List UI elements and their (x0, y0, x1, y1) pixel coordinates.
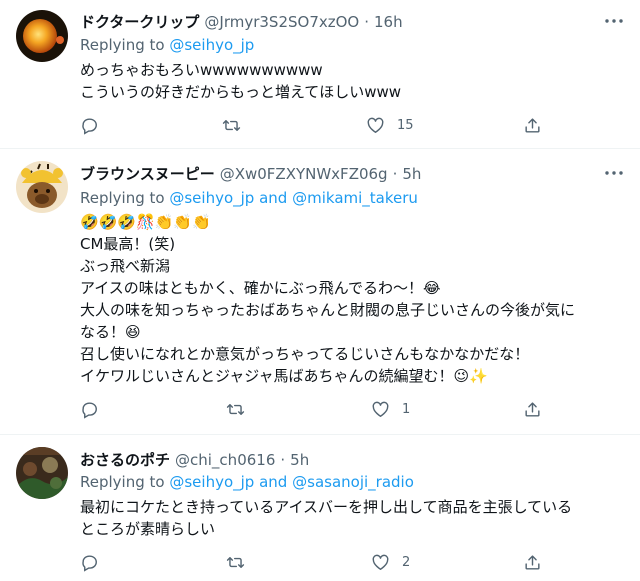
action-bar: 1 (0, 398, 640, 420)
reply-icon (82, 554, 97, 572)
action-bar: 15 (0, 114, 640, 136)
text-line: アイスの味はともかく、確かにぶっ飛んでるわ〜！😂 (80, 279, 441, 297)
retweet-button[interactable] (222, 114, 253, 136)
retweet-icon (226, 403, 245, 415)
reply-button[interactable] (80, 398, 111, 420)
text-line: CM最高！(笑) (80, 235, 176, 253)
replying-to: Replying to @seihyo_jp (80, 36, 254, 54)
retweet-icon (226, 556, 245, 568)
avatar[interactable] (16, 10, 68, 62)
timestamp[interactable]: 5h (402, 165, 421, 183)
more-button[interactable] (600, 163, 628, 183)
more-button[interactable] (600, 11, 628, 31)
share-button[interactable] (523, 398, 542, 420)
reply-icon (82, 117, 97, 135)
handle[interactable]: @Xw0FZXYNWxFZ06g (220, 165, 388, 183)
mention-joiner: and (259, 473, 288, 491)
separator-dot: · (392, 165, 398, 183)
text-line: ぶっ飛べ新潟 (80, 257, 171, 275)
reply-tweet[interactable]: おさるのポチ @chi_ch0616 · 5h Replying to @sei… (0, 435, 640, 581)
share-button[interactable] (523, 114, 542, 136)
timestamp[interactable]: 5h (290, 451, 309, 469)
share-icon (525, 117, 540, 133)
heart-icon (372, 554, 389, 570)
display-name[interactable]: ドクタークリップ (80, 11, 199, 32)
reply-tweet[interactable]: ドクタークリップ @Jrmyr3S2SO7xzOO · 16h Replying… (0, 0, 640, 148)
like-count: 2 (402, 554, 411, 570)
mention-link[interactable]: @seihyo_jp (169, 36, 254, 54)
like-count: 1 (402, 401, 411, 417)
separator-dot: · (280, 451, 286, 469)
avatar[interactable] (16, 161, 68, 213)
retweet-button[interactable] (226, 551, 257, 573)
replying-label: Replying to (80, 473, 165, 491)
reply-button[interactable] (80, 114, 111, 136)
text-line: 召し使いになれとか意気がっちゃってるじいさんもなかなかだな！ (80, 345, 530, 363)
tweet-text: 🤣🤣🤣🎊👏👏👏 CM最高！(笑) ぶっ飛べ新潟 アイスの味はともかく、確かにぶっ… (80, 211, 628, 387)
like-button[interactable]: 1 (371, 398, 410, 420)
separator-dot: · (364, 13, 370, 31)
mention-link[interactable]: @seihyo_jp (169, 473, 254, 491)
handle[interactable]: @chi_ch0616 (175, 451, 275, 469)
text-line: 大人の味を知っちゃったおばあちゃんと財閥の息子じいさんの今後が気に (80, 301, 576, 319)
like-count: 15 (397, 117, 414, 133)
heart-icon (367, 117, 384, 133)
replying-to: Replying to @seihyo_jp and @mikami_taker… (80, 189, 418, 207)
like-button[interactable]: 15 (366, 114, 414, 136)
retweet-icon (222, 119, 241, 131)
reply-tweet[interactable]: ブラウンスヌーピー @Xw0FZXYNWxFZ06g · 5h Replying… (0, 149, 640, 433)
tweet-text: 最初にコケたとき持っているアイスバーを押し出して商品を主張している ところが素晴… (80, 496, 628, 540)
tweet-text: めっちゃおもろいwwwwwwwwww こういうの好きだからもっと増えてほしいww… (80, 59, 628, 103)
text-line: 🤣🤣🤣🎊👏👏👏 (80, 213, 211, 231)
action-bar: 2 (0, 551, 640, 573)
more-icon (605, 171, 623, 175)
replying-label: Replying to (80, 189, 165, 207)
reply-icon (82, 401, 97, 419)
retweet-button[interactable] (226, 398, 257, 420)
text-line: こういうの好きだからもっと増えてほしいwww (80, 83, 402, 101)
handle[interactable]: @Jrmyr3S2SO7xzOO (204, 13, 359, 31)
share-icon (525, 401, 540, 417)
mention-link[interactable]: @mikami_takeru (292, 189, 418, 207)
display-name[interactable]: おさるのポチ (80, 449, 170, 470)
text-line: イケワルじいさんとジャジャ馬ばあちゃんの続編望む！😉✨ (80, 367, 488, 385)
share-button[interactable] (523, 551, 542, 573)
timestamp[interactable]: 16h (374, 13, 403, 31)
display-name[interactable]: ブラウンスヌーピー (80, 163, 215, 184)
reply-button[interactable] (80, 551, 111, 573)
like-button[interactable]: 2 (371, 551, 410, 573)
text-line: ところが素晴らしい (80, 520, 216, 538)
replying-to: Replying to @seihyo_jp and @sasanoji_rad… (80, 473, 414, 491)
heart-icon (372, 401, 389, 417)
avatar[interactable] (16, 447, 68, 499)
mention-link[interactable]: @sasanoji_radio (292, 473, 414, 491)
text-line: 最初にコケたとき持っているアイスバーを押し出して商品を主張している (80, 498, 573, 516)
more-icon (605, 19, 623, 23)
mention-joiner: and (259, 189, 288, 207)
text-line: なる！😆 (80, 323, 141, 341)
replying-label: Replying to (80, 36, 165, 54)
mention-link[interactable]: @seihyo_jp (169, 189, 254, 207)
text-line: めっちゃおもろいwwwwwwwwww (80, 61, 323, 79)
share-icon (525, 554, 540, 570)
